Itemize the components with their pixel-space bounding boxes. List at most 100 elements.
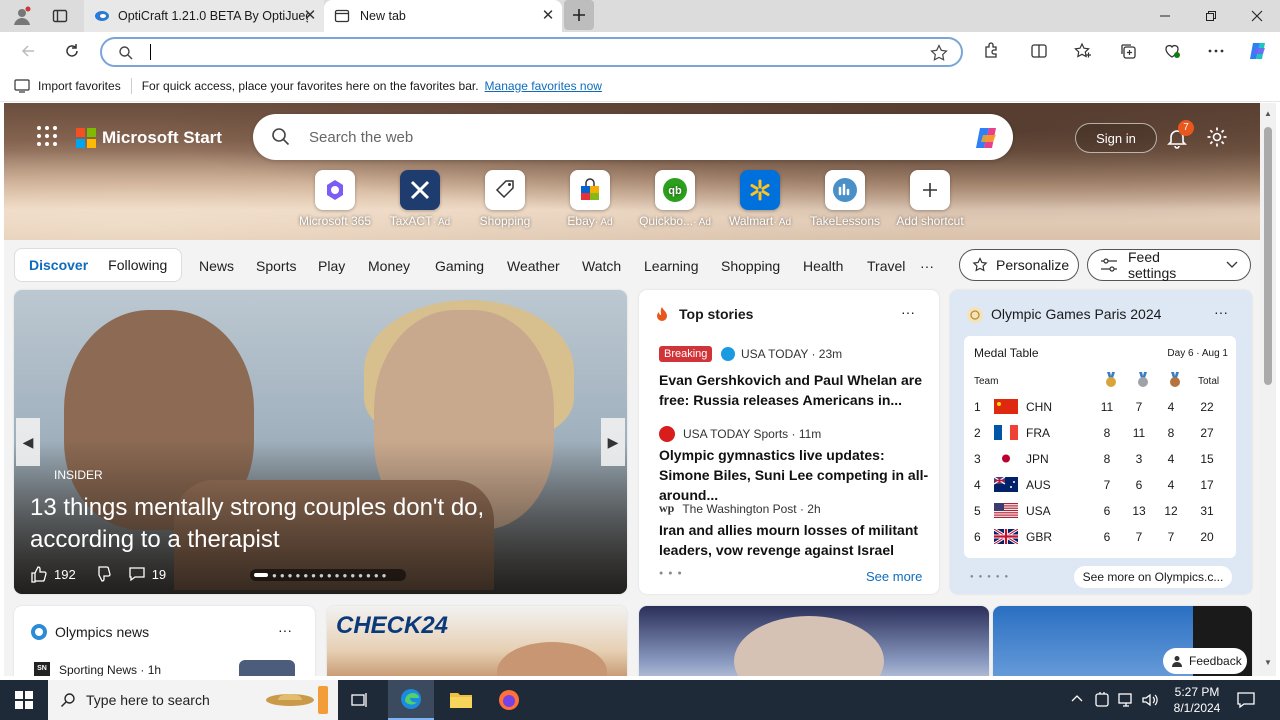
import-favorites-button[interactable]: Import favorites bbox=[38, 79, 121, 93]
taskbar-firefox-icon[interactable] bbox=[486, 680, 532, 720]
nav-weather[interactable]: Weather bbox=[507, 258, 560, 274]
profile-icon[interactable] bbox=[6, 0, 38, 32]
app-launcher-icon[interactable] bbox=[36, 125, 58, 147]
nav-gaming[interactable]: Gaming bbox=[435, 258, 484, 274]
medal-row[interactable]: 3 JPN 8 3 4 15 bbox=[974, 446, 1236, 472]
news-image-card[interactable]: Feedback bbox=[993, 606, 1252, 676]
thumbs-up-icon[interactable] bbox=[30, 565, 48, 583]
close-tab-icon[interactable]: ✕ bbox=[540, 8, 556, 24]
story-headline[interactable]: Iran and allies mourn losses of militant… bbox=[659, 520, 929, 560]
sign-in-button[interactable]: Sign in bbox=[1075, 123, 1157, 153]
nav-shopping[interactable]: Shopping bbox=[721, 258, 780, 274]
carousel-next-button[interactable]: ▶ bbox=[601, 418, 625, 466]
story-headline[interactable]: Olympic gymnastics live updates: Simone … bbox=[659, 445, 929, 505]
new-tab-button[interactable] bbox=[564, 0, 594, 30]
feed-settings-button[interactable]: Feed settings bbox=[1087, 249, 1251, 281]
nav-learning[interactable]: Learning bbox=[644, 258, 699, 274]
shortcut-quickbooks[interactable]: qb Quickbo...· Ad bbox=[633, 170, 717, 228]
taskbar-edge-icon[interactable] bbox=[388, 680, 434, 720]
tab-following[interactable]: Following bbox=[98, 257, 177, 273]
settings-gear-icon[interactable] bbox=[1206, 126, 1228, 148]
taskbar-search-box[interactable]: Type here to search bbox=[48, 680, 338, 720]
shortcut-taxact[interactable]: TaxACT· Ad bbox=[378, 170, 462, 228]
web-search-box[interactable]: Search the web bbox=[253, 114, 1013, 160]
collections-icon[interactable] bbox=[1112, 35, 1144, 67]
show-hidden-icons-chevron-icon[interactable] bbox=[1070, 692, 1084, 706]
extensions-icon[interactable] bbox=[975, 35, 1007, 67]
medal-row[interactable]: 6 GBR 6 7 7 20 bbox=[974, 524, 1236, 550]
news-image-card[interactable] bbox=[639, 606, 989, 676]
shortcut-microsoft-365[interactable]: Microsoft 365 bbox=[293, 170, 377, 228]
nav-money[interactable]: Money bbox=[368, 258, 410, 274]
back-icon[interactable] bbox=[12, 35, 44, 67]
personalize-button[interactable]: Personalize bbox=[959, 249, 1079, 281]
nav-more-button[interactable]: ··· bbox=[920, 258, 934, 274]
shortcut-ebay[interactable]: Ebay· Ad bbox=[548, 170, 632, 228]
shortcut-add[interactable]: Add shortcut bbox=[888, 170, 972, 228]
scroll-up-icon[interactable]: ▲ bbox=[1264, 109, 1272, 118]
hero-article-card[interactable]: ◀ ▶ INSIDER 13 things mentally strong co… bbox=[14, 290, 627, 594]
address-input[interactable] bbox=[148, 43, 908, 61]
nav-health[interactable]: Health bbox=[803, 258, 843, 274]
tab-opticraft[interactable]: OptiCraft 1.21.0 BETA By OptiJuegos ✕ bbox=[84, 0, 324, 32]
shortcut-takelessons[interactable]: TakeLessons bbox=[803, 170, 887, 228]
microsoft-start-logo[interactable]: Microsoft Start bbox=[76, 128, 222, 148]
nav-sports[interactable]: Sports bbox=[256, 258, 296, 274]
tab-new-tab[interactable]: New tab ✕ bbox=[324, 0, 562, 32]
medal-row[interactable]: 5 USA 6 13 12 31 bbox=[974, 498, 1236, 524]
start-button[interactable] bbox=[0, 680, 48, 720]
device-icon[interactable] bbox=[1094, 691, 1110, 709]
tab-actions-icon[interactable] bbox=[44, 0, 76, 32]
copilot-icon[interactable] bbox=[1242, 35, 1274, 67]
favorites-icon[interactable] bbox=[1067, 35, 1099, 67]
shortcut-walmart[interactable]: Walmart· Ad bbox=[718, 170, 802, 228]
see-more-link[interactable]: See more bbox=[866, 569, 922, 584]
refresh-icon[interactable] bbox=[56, 35, 88, 67]
more-menu-icon[interactable] bbox=[1200, 35, 1232, 67]
minimize-button[interactable] bbox=[1142, 0, 1188, 32]
task-view-icon[interactable] bbox=[342, 680, 378, 720]
scrollbar-thumb[interactable] bbox=[1264, 127, 1272, 385]
carousel-dots[interactable]: ●●●●●●●●●●●●●●● bbox=[250, 569, 406, 581]
check24-ad-card[interactable]: CHECK24 bbox=[327, 606, 627, 676]
thumbs-down-icon[interactable] bbox=[94, 565, 112, 583]
medal-row[interactable]: 4 AUS 7 6 4 17 bbox=[974, 472, 1236, 498]
medal-row[interactable]: 2 FRA 8 11 8 27 bbox=[974, 420, 1236, 446]
close-window-button[interactable] bbox=[1234, 0, 1280, 32]
manage-favorites-link[interactable]: Manage favorites now bbox=[485, 79, 602, 93]
more-options-button[interactable]: ··· bbox=[1214, 304, 1228, 320]
story-thumbnail[interactable] bbox=[239, 660, 295, 676]
favorite-star-icon[interactable] bbox=[930, 44, 948, 62]
more-options-button[interactable]: ··· bbox=[901, 304, 915, 320]
more-options-button[interactable]: ··· bbox=[278, 622, 292, 638]
scroll-down-icon[interactable]: ▼ bbox=[1264, 658, 1272, 667]
feedback-button[interactable]: Feedback bbox=[1163, 648, 1247, 674]
nav-news[interactable]: News bbox=[199, 258, 234, 274]
pagination-dots[interactable]: ●●● bbox=[659, 570, 687, 577]
volume-icon[interactable] bbox=[1141, 691, 1159, 709]
medal-row[interactable]: 1 CHN 11 7 4 22 bbox=[974, 394, 1236, 420]
notification-center-icon[interactable] bbox=[1236, 691, 1256, 709]
article-title[interactable]: 13 things mentally strong couples don't … bbox=[30, 492, 550, 556]
system-clock[interactable]: 5:27 PM 8/1/2024 bbox=[1166, 684, 1228, 716]
browser-essentials-icon[interactable] bbox=[1156, 35, 1188, 67]
pagination-dots[interactable]: ●●●●● bbox=[970, 574, 1013, 580]
comment-icon[interactable] bbox=[128, 565, 146, 583]
shortcut-shopping[interactable]: Shopping bbox=[463, 170, 547, 228]
nav-play[interactable]: Play bbox=[318, 258, 345, 274]
nav-travel[interactable]: Travel bbox=[867, 258, 905, 274]
close-tab-icon[interactable]: ✕ bbox=[302, 8, 318, 24]
see-more-olympics-button[interactable]: See more on Olympics.c... bbox=[1074, 566, 1232, 588]
restore-button[interactable] bbox=[1188, 0, 1234, 32]
network-icon[interactable] bbox=[1117, 691, 1135, 709]
carousel-prev-button[interactable]: ◀ bbox=[16, 418, 40, 466]
nav-watch[interactable]: Watch bbox=[582, 258, 621, 274]
tab-discover[interactable]: Discover bbox=[19, 257, 98, 273]
copilot-icon[interactable] bbox=[973, 124, 1001, 152]
split-screen-icon[interactable] bbox=[1023, 35, 1055, 67]
story-headline[interactable]: Evan Gershkovich and Paul Whelan are fre… bbox=[659, 370, 929, 410]
address-bar[interactable] bbox=[100, 37, 963, 67]
medal-table[interactable]: Medal Table Day 6 · Aug 1 Team Total 1 CH… bbox=[964, 336, 1236, 558]
page-scrollbar[interactable]: ▲ ▼ bbox=[1260, 103, 1276, 676]
taskbar-file-explorer-icon[interactable] bbox=[438, 680, 484, 720]
